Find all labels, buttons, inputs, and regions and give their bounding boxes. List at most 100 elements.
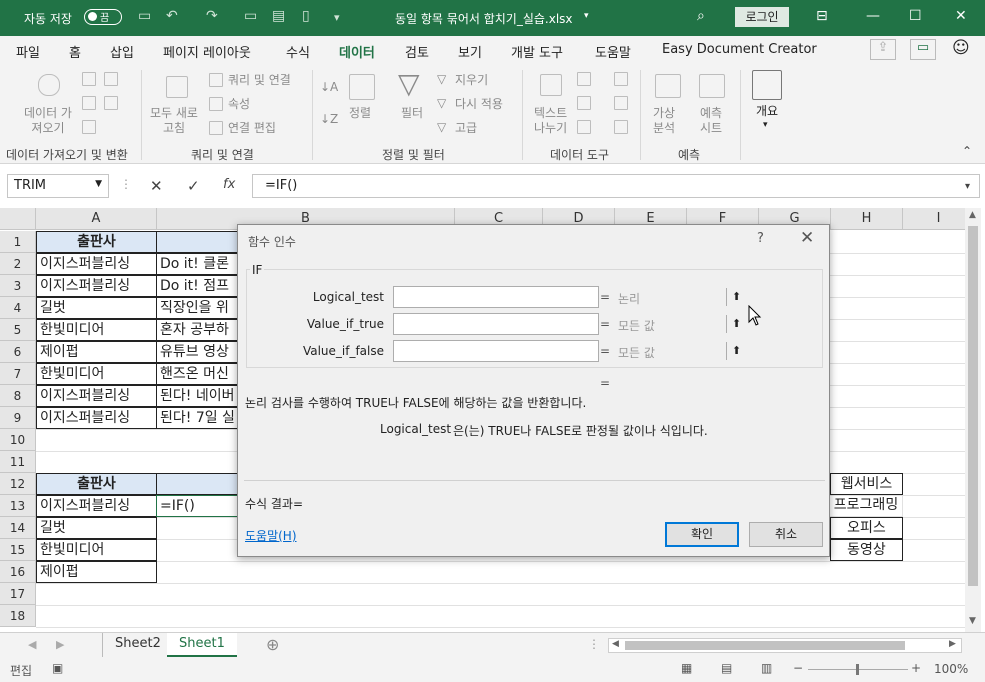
- data-model-icon[interactable]: [614, 120, 628, 134]
- cell-a2[interactable]: 이지스퍼블리싱: [36, 253, 157, 275]
- row-header-16[interactable]: 16: [0, 561, 36, 583]
- cell-b13[interactable]: =IF(): [156, 495, 246, 517]
- row-header-6[interactable]: 6: [0, 341, 36, 363]
- tab-insert[interactable]: 삽입: [110, 42, 134, 61]
- minimize-icon[interactable]: —: [866, 8, 880, 24]
- cell-a1[interactable]: 출판사: [36, 231, 157, 253]
- zoom-level[interactable]: 100%: [934, 662, 968, 676]
- select-all-corner[interactable]: [0, 208, 36, 230]
- cell-a16[interactable]: 제이펍: [36, 561, 157, 583]
- from-table-icon[interactable]: [82, 96, 96, 110]
- name-box-dropdown-icon[interactable]: ▼: [95, 179, 102, 189]
- tab-page-layout[interactable]: 페이지 레이아웃: [163, 42, 251, 61]
- reapply-button[interactable]: 다시 적용: [455, 97, 503, 112]
- flash-fill-icon[interactable]: [577, 72, 591, 86]
- save-icon[interactable]: ▭: [138, 8, 151, 24]
- sort-button[interactable]: 정렬: [349, 106, 371, 121]
- horizontal-scroll-thumb[interactable]: [625, 641, 905, 650]
- cell-b12[interactable]: [156, 473, 246, 495]
- collapse-dialog-icon[interactable]: ⬆: [726, 342, 746, 360]
- row-header-14[interactable]: 14: [0, 517, 36, 539]
- cell-a4[interactable]: 길벗: [36, 297, 157, 319]
- cell-b6[interactable]: 유튜브 영상: [156, 341, 246, 363]
- existing-connections-icon[interactable]: [82, 120, 96, 134]
- row-header-18[interactable]: 18: [0, 605, 36, 627]
- cell-b3[interactable]: Do it! 점프: [156, 275, 246, 297]
- tab-data[interactable]: 데이터: [339, 42, 375, 68]
- add-sheet-icon[interactable]: ⊕: [266, 635, 279, 654]
- qat-customize-icon[interactable]: ▾: [334, 11, 340, 24]
- enter-icon[interactable]: ✓: [187, 177, 200, 195]
- tab-file[interactable]: 파일: [16, 42, 40, 61]
- maximize-icon[interactable]: ☐: [909, 8, 922, 24]
- cell-h15[interactable]: 동영상: [830, 539, 903, 561]
- undo-icon[interactable]: ↶: [166, 8, 178, 24]
- vertical-scrollbar[interactable]: ▲ ▼: [965, 208, 981, 632]
- arg-input-value-if-false[interactable]: ⬆: [393, 340, 741, 362]
- formula-input[interactable]: =IF(): [252, 174, 980, 198]
- tab-home[interactable]: 홈: [69, 42, 81, 61]
- cell-b9[interactable]: 된다! 7일 실: [156, 407, 246, 429]
- consolidate-icon[interactable]: [614, 72, 628, 86]
- tab-review[interactable]: 검토: [405, 42, 429, 61]
- cell-a5[interactable]: 한빛미디어: [36, 319, 157, 341]
- row-header-10[interactable]: 10: [0, 429, 36, 451]
- arg-input-value-if-true[interactable]: ⬆: [393, 313, 741, 335]
- row-header-1[interactable]: 1: [0, 231, 36, 253]
- cell-a12[interactable]: 출판사: [36, 473, 157, 495]
- scroll-up-icon[interactable]: ▲: [969, 210, 976, 220]
- cell-a13[interactable]: 이지스퍼블리싱: [36, 495, 157, 517]
- scroll-left-icon[interactable]: ◀: [612, 639, 619, 649]
- cell-a7[interactable]: 한빛미디어: [36, 363, 157, 385]
- dialog-close-icon[interactable]: ✕: [800, 228, 814, 248]
- zoom-out-icon[interactable]: −: [793, 661, 803, 675]
- row-header-15[interactable]: 15: [0, 539, 36, 561]
- help-icon[interactable]: ?: [757, 231, 764, 246]
- row-header-12[interactable]: 12: [0, 473, 36, 495]
- relationships-icon[interactable]: [614, 96, 628, 110]
- cell-b5[interactable]: 혼자 공부하: [156, 319, 246, 341]
- cell-a14[interactable]: 길벗: [36, 517, 157, 539]
- cell-b4[interactable]: 직장인을 위: [156, 297, 246, 319]
- page-layout-view-icon[interactable]: ▤: [721, 661, 732, 675]
- tab-split-icon[interactable]: ⋮: [588, 637, 600, 651]
- tab-formulas[interactable]: 수식: [286, 42, 310, 61]
- row-header-7[interactable]: 7: [0, 363, 36, 385]
- sort-asc-icon[interactable]: ↓A: [320, 80, 338, 95]
- close-icon[interactable]: ✕: [955, 8, 967, 24]
- cell-h13[interactable]: 프로그래밍: [830, 495, 903, 517]
- column-header-h[interactable]: H: [831, 208, 903, 230]
- from-text-icon[interactable]: [82, 72, 96, 86]
- text-to-columns-button[interactable]: 텍스트 나누기: [534, 106, 567, 136]
- scroll-right-icon[interactable]: ▶: [949, 639, 956, 649]
- edit-links-button[interactable]: 연결 편집: [228, 121, 276, 136]
- what-if-button[interactable]: 가상 분석: [653, 106, 675, 136]
- row-header-9[interactable]: 9: [0, 407, 36, 429]
- comments-icon[interactable]: ▭: [910, 39, 936, 60]
- collapse-dialog-icon[interactable]: ⬆: [726, 288, 746, 306]
- vertical-scroll-thumb[interactable]: [968, 226, 978, 586]
- horizontal-scrollbar[interactable]: ◀ ▶: [608, 638, 962, 653]
- zoom-in-icon[interactable]: +: [911, 661, 921, 675]
- cell-b1[interactable]: [156, 231, 246, 253]
- recent-sources-icon[interactable]: [104, 96, 118, 110]
- refresh-all-button[interactable]: 모두 새로 고침: [150, 106, 198, 136]
- outline-button[interactable]: 개요: [756, 104, 778, 119]
- advanced-button[interactable]: 고급: [455, 121, 477, 136]
- redo-icon[interactable]: ↷: [206, 8, 218, 24]
- zoom-slider-thumb[interactable]: [856, 664, 859, 675]
- properties-button[interactable]: 속성: [228, 97, 250, 112]
- forecast-sheet-button[interactable]: 예측 시트: [700, 106, 722, 136]
- column-header-i[interactable]: I: [903, 208, 965, 230]
- new-sheet-icon[interactable]: ▭: [244, 8, 257, 24]
- cell-a3[interactable]: 이지스퍼블리싱: [36, 275, 157, 297]
- cell-h14[interactable]: 오피스: [830, 517, 903, 539]
- cell-a8[interactable]: 이지스퍼블리싱: [36, 385, 157, 407]
- name-box[interactable]: TRIM ▼: [7, 174, 109, 198]
- cell-a6[interactable]: 제이펍: [36, 341, 157, 363]
- login-button[interactable]: 로그인: [735, 7, 789, 27]
- row-header-8[interactable]: 8: [0, 385, 36, 407]
- page-break-view-icon[interactable]: ▥: [761, 661, 772, 675]
- collapse-ribbon-icon[interactable]: ⌃: [962, 144, 972, 158]
- tab-easy-document-creator[interactable]: Easy Document Creator: [662, 42, 817, 57]
